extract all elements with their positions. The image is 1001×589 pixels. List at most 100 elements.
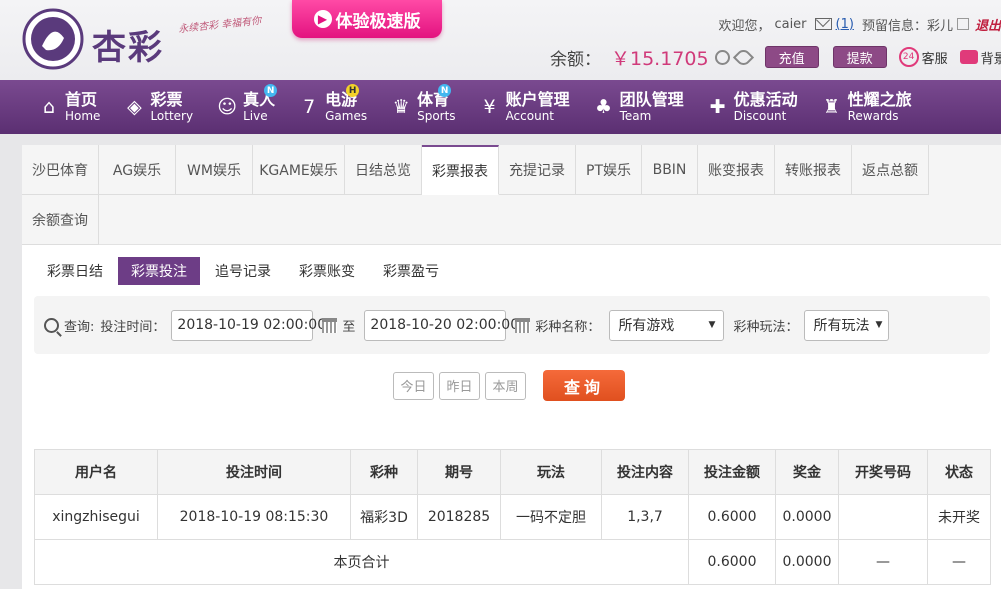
nav-label-zh: 首页 bbox=[65, 90, 98, 109]
nav-badge: N bbox=[264, 84, 278, 97]
nav-item-discount[interactable]: ✚ 优惠活动 Discount bbox=[707, 90, 798, 123]
start-date-input[interactable]: 2018-10-19 02:00:00 bbox=[171, 309, 326, 341]
end-date-input[interactable]: 2018-10-20 02:00:00 bbox=[364, 309, 519, 341]
nav-item-sports[interactable]: ♛ 体育 Sports N bbox=[390, 84, 456, 123]
nav-label-zh: 团队管理 bbox=[619, 90, 684, 109]
total-prize: 0.0000 bbox=[775, 539, 839, 585]
tab-9[interactable]: 账变报表 bbox=[698, 145, 775, 195]
calendar-icon[interactable] bbox=[515, 317, 531, 333]
nav-label-en: Live bbox=[243, 109, 268, 123]
nav-label: 体育 Sports bbox=[417, 92, 455, 123]
play-select-value: 所有玩法 bbox=[813, 318, 870, 334]
nav-label: 优惠活动 Discount bbox=[733, 90, 798, 123]
nav-team-icon: ♣ bbox=[595, 96, 613, 118]
nav-live-icon: ☺ bbox=[217, 96, 237, 118]
today-button[interactable]: 今日 bbox=[393, 371, 434, 400]
edit-icon[interactable] bbox=[956, 18, 969, 30]
tab-12[interactable]: 余额查询 bbox=[22, 195, 99, 245]
tab-7[interactable]: PT娱乐 bbox=[576, 145, 642, 195]
nav-label: 电游 Games bbox=[325, 92, 368, 123]
tab-8[interactable]: BBIN bbox=[642, 145, 698, 195]
column-header: 状态 bbox=[927, 449, 991, 495]
reserve-label: 预留信息： bbox=[861, 18, 927, 34]
tab-3[interactable]: KGAME娱乐 bbox=[253, 145, 345, 195]
chevron-down-icon: ▼ bbox=[708, 320, 716, 330]
service-label: 客服 bbox=[921, 51, 948, 67]
total-draw-dash: — bbox=[838, 539, 928, 585]
table-cell: 未开奖 bbox=[927, 494, 991, 540]
total-label: 本页合计 bbox=[34, 539, 689, 585]
week-button[interactable]: 本周 bbox=[485, 371, 526, 400]
query-button[interactable]: 查询 bbox=[543, 370, 625, 401]
logout-link[interactable]: 退出 bbox=[975, 15, 1001, 34]
withdraw-button[interactable]: 提款 bbox=[832, 46, 887, 68]
nav-label-zh: 优惠活动 bbox=[733, 90, 798, 109]
chevron-down-icon: ▼ bbox=[875, 320, 883, 330]
recharge-button[interactable]: 充值 bbox=[764, 46, 819, 68]
hide-balance-icon[interactable] bbox=[732, 46, 754, 68]
nav-item-rewards[interactable]: ♜ 性耀之旅 Rewards bbox=[821, 90, 912, 123]
nav-item-team[interactable]: ♣ 团队管理 Team bbox=[593, 90, 684, 123]
total-amount: 0.6000 bbox=[688, 539, 776, 585]
nav-label-en: Account bbox=[505, 109, 555, 123]
tab-11[interactable]: 返点总额 bbox=[852, 145, 929, 195]
speed-version-button[interactable]: ▶ 体验极速版 bbox=[292, 0, 442, 38]
subtab-3[interactable]: 彩票账变 bbox=[286, 257, 368, 285]
nav-discount-icon: ✚ bbox=[709, 96, 726, 118]
background-link[interactable]: 背景 bbox=[959, 48, 1001, 67]
mail-icon[interactable] bbox=[814, 18, 832, 30]
yesterday-button[interactable]: 昨日 bbox=[439, 371, 480, 400]
nav-label-en: Lottery bbox=[150, 109, 194, 123]
subtab-0[interactable]: 彩票日结 bbox=[34, 257, 116, 285]
nav-label-zh: 性耀之旅 bbox=[847, 90, 912, 109]
subtab-1[interactable]: 彩票投注 bbox=[118, 257, 200, 285]
main-nav: ⌂ 首页 Home ◈ 彩票 Lottery ☺ 真人 Live N 7 电游 Games H ♛ 体育 Spo… bbox=[0, 80, 1001, 134]
subtab-2[interactable]: 追号记录 bbox=[202, 257, 284, 285]
tab-0[interactable]: 沙巴体育 bbox=[22, 145, 99, 195]
subtab-4[interactable]: 彩票盈亏 bbox=[370, 257, 452, 285]
tab-5[interactable]: 彩票报表 bbox=[422, 145, 499, 195]
nav-item-account[interactable]: ¥ 账户管理 Account bbox=[479, 90, 570, 123]
balance-row: 余额： ￥15.1705 充值 提款 24 客服 背景 bbox=[550, 44, 1001, 70]
play-label: 彩种玩法： bbox=[733, 319, 799, 335]
table-cell: 2018285 bbox=[417, 494, 501, 540]
nav-games-icon: 7 bbox=[303, 96, 316, 118]
logo-icon[interactable] bbox=[22, 8, 84, 70]
game-select[interactable]: 所有游戏 ▼ bbox=[609, 309, 725, 341]
nav-label: 账户管理 Account bbox=[505, 90, 570, 123]
refresh-icon[interactable] bbox=[714, 49, 730, 65]
tab-6[interactable]: 充提记录 bbox=[499, 145, 576, 195]
nav-item-games[interactable]: 7 电游 Games H bbox=[298, 84, 368, 123]
table-cell: 1,3,7 bbox=[601, 494, 689, 540]
tab-10[interactable]: 转账报表 bbox=[775, 145, 852, 195]
nav-label-en: Home bbox=[65, 109, 101, 123]
tab-4[interactable]: 日结总览 bbox=[345, 145, 422, 195]
table-cell: 一码不定胆 bbox=[500, 494, 602, 540]
play-select[interactable]: 所有玩法 ▼ bbox=[804, 309, 890, 341]
column-header: 投注时间 bbox=[157, 449, 351, 495]
table-cell: 0.0000 bbox=[775, 494, 839, 540]
nav-label-zh: 账户管理 bbox=[505, 90, 570, 109]
logo-text: 杏彩 bbox=[92, 28, 164, 68]
tab-1[interactable]: AG娱乐 bbox=[99, 145, 176, 195]
welcome-text: 欢迎您， bbox=[718, 18, 771, 34]
logo-slogan: 永续杏彩 幸福有你 bbox=[177, 15, 262, 36]
nav-sports-icon: ♛ bbox=[392, 96, 410, 118]
message-count-link[interactable]: (1) bbox=[836, 17, 854, 32]
nav-account-icon: ¥ bbox=[483, 96, 496, 118]
customer-service-link[interactable]: 24 客服 bbox=[898, 47, 948, 67]
nav-label-en: Games bbox=[325, 109, 368, 123]
promo-label: 体验极速版 bbox=[335, 11, 421, 32]
column-header: 投注内容 bbox=[601, 449, 689, 495]
nav-label-zh: 彩票 bbox=[150, 90, 183, 109]
time-label: 投注时间： bbox=[100, 319, 166, 335]
site-header: 杏彩 永续杏彩 幸福有你 ▶ 体验极速版 欢迎您， caier (1) 预留信息… bbox=[0, 0, 1001, 80]
tab-2[interactable]: WM娱乐 bbox=[176, 145, 253, 195]
calendar-icon[interactable] bbox=[322, 317, 338, 333]
nav-item-home[interactable]: ⌂ 首页 Home bbox=[38, 90, 101, 123]
nav-item-lottery[interactable]: ◈ 彩票 Lottery bbox=[123, 90, 194, 123]
table-row: xingzhisegui 2018-10-19 08:15:30 福彩3D 20182… bbox=[34, 494, 991, 540]
nav-item-live[interactable]: ☺ 真人 Live N bbox=[216, 84, 278, 123]
lottery-subtabs: 彩票日结 彩票投注 追号记录 彩票账变 彩票盈亏 bbox=[34, 257, 454, 285]
username: caier bbox=[774, 16, 807, 32]
